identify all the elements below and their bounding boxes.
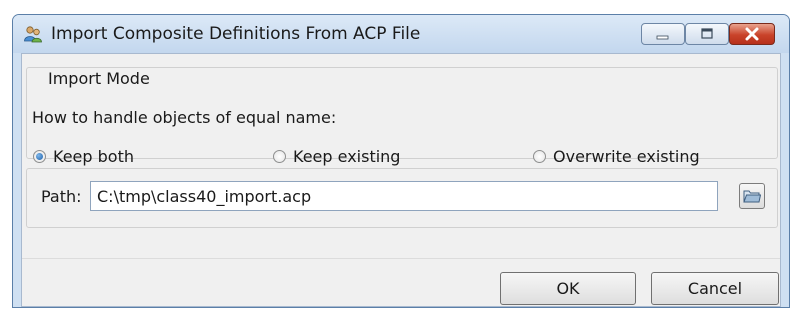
button-separator [22,258,780,259]
close-button[interactable] [729,23,775,45]
equal-name-question: How to handle objects of equal name: [32,108,337,127]
overwrite-existing-radio[interactable]: Overwrite existing [533,147,700,166]
keep-both-radio[interactable]: Keep both [33,147,134,166]
keep-existing-radio[interactable]: Keep existing [273,147,400,166]
keep-existing-label: Keep existing [293,147,401,166]
window-title: Import Composite Definitions From ACP Fi… [51,24,421,44]
title-bar[interactable]: Import Composite Definitions From ACP Fi… [13,15,789,53]
path-input[interactable] [90,181,718,211]
radio-unchecked-indicator[interactable] [273,150,286,163]
people-icon [24,26,42,43]
import-dialog-window: Import Composite Definitions From ACP Fi… [12,14,790,308]
path-label: Path: [41,187,82,206]
path-panel: Path: [26,168,778,228]
cancel-button[interactable]: Cancel [651,272,779,305]
overwrite-existing-label: Overwrite existing [553,147,700,166]
close-icon [745,27,759,41]
dialog-body: Import Mode How to handle objects of equ… [21,53,781,307]
ok-button[interactable]: OK [500,272,636,305]
browse-button[interactable] [739,183,765,209]
maximize-icon [701,28,713,39]
maximize-button[interactable] [685,23,729,45]
minimize-icon [656,35,669,40]
import-mode-group: Import Mode How to handle objects of equ… [26,67,778,166]
radio-unchecked-indicator[interactable] [533,150,546,163]
radio-checked-indicator[interactable] [33,150,46,163]
folder-icon [743,190,761,203]
minimize-button[interactable] [641,23,685,45]
import-mode-legend: Import Mode [45,69,153,88]
keep-both-label: Keep both [53,147,134,166]
